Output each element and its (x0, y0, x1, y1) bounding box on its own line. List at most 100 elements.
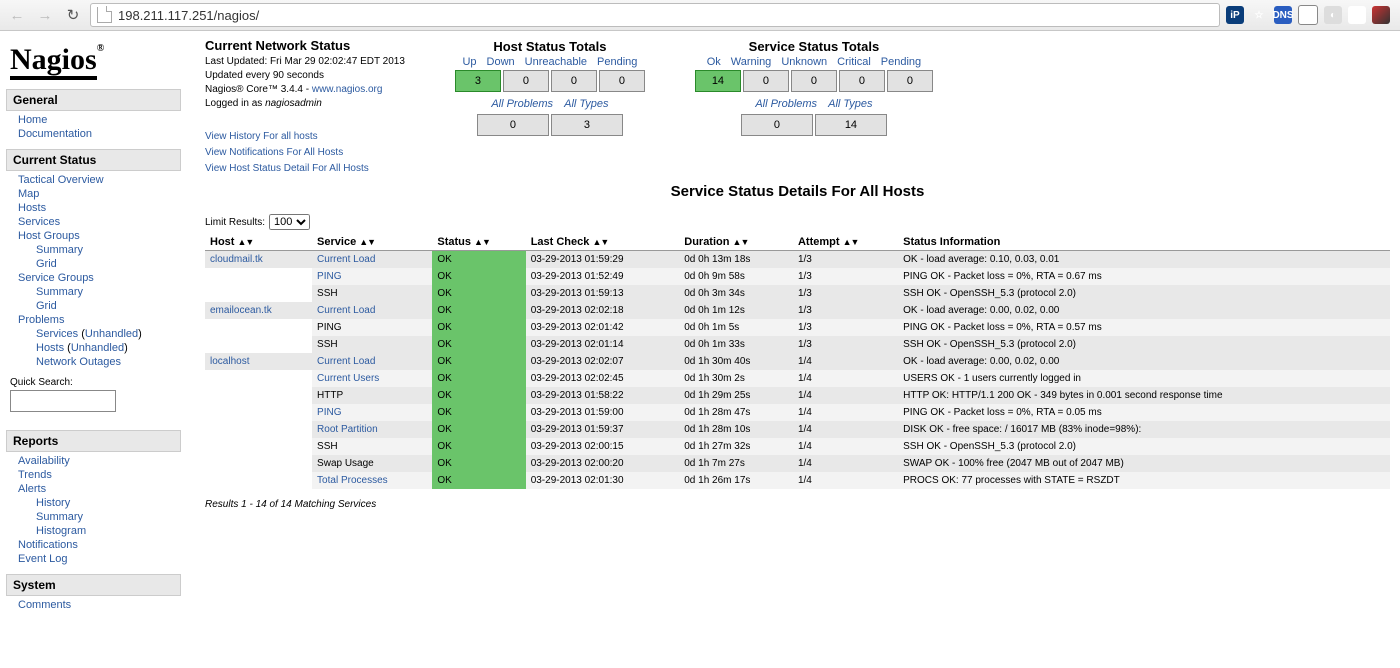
all-problems-link[interactable]: All Problems (491, 98, 553, 110)
nav-unhandled[interactable]: Unhandled (85, 328, 138, 340)
sort-icon[interactable]: ▲▼ (843, 237, 859, 247)
total-count-pending[interactable]: 0 (887, 70, 933, 92)
address-bar[interactable]: 198.211.117.251/nagios/ (90, 3, 1220, 27)
sort-icon[interactable]: ▲▼ (359, 237, 375, 247)
nav-summary[interactable]: Summary (36, 511, 83, 523)
nav-documentation[interactable]: Documentation (18, 128, 92, 140)
nav-trends[interactable]: Trends (18, 469, 52, 481)
nav-history[interactable]: History (36, 497, 70, 509)
service-link[interactable]: PING (317, 271, 341, 282)
nav-map[interactable]: Map (18, 188, 39, 200)
service-row: cloudmail.tkCurrent LoadOK03-29-2013 01:… (205, 251, 1390, 269)
total-label-pending[interactable]: Pending (593, 56, 641, 68)
svc-all-types-count[interactable]: 14 (815, 114, 887, 136)
status-cell: OK (432, 319, 525, 336)
info-cell: PING OK - Packet loss = 0%, RTA = 0.05 m… (898, 404, 1390, 421)
nav-service-groups[interactable]: Service Groups (18, 272, 94, 284)
nav-problems[interactable]: Problems (18, 314, 64, 326)
nav-grid[interactable]: Grid (36, 258, 57, 270)
last-check-cell: 03-29-2013 02:01:30 (526, 472, 680, 489)
info-cell: PING OK - Packet loss = 0%, RTA = 0.67 m… (898, 268, 1390, 285)
total-count-ok[interactable]: 14 (695, 70, 741, 92)
total-label-ok[interactable]: Ok (703, 56, 725, 68)
ip-extension-icon[interactable]: iP (1226, 6, 1244, 24)
nav-hosts[interactable]: Hosts (18, 202, 46, 214)
host-link[interactable]: cloudmail.tk (210, 254, 263, 265)
service-link[interactable]: Current Users (317, 373, 379, 384)
sort-icon[interactable]: ▲▼ (592, 237, 608, 247)
total-count-pending[interactable]: 0 (599, 70, 645, 92)
total-label-up[interactable]: Up (458, 56, 480, 68)
url-text: 198.211.117.251/nagios/ (118, 8, 259, 23)
mail-extension-icon[interactable]: M (1298, 5, 1318, 25)
nav-unhandled[interactable]: Unhandled (71, 342, 124, 354)
nav-alerts[interactable]: Alerts (18, 483, 46, 495)
service-link[interactable]: PING (317, 407, 341, 418)
nav-notifications[interactable]: Notifications (18, 539, 78, 551)
total-count-down[interactable]: 0 (503, 70, 549, 92)
square-extension-icon[interactable] (1372, 6, 1390, 24)
total-count-critical[interactable]: 0 (839, 70, 885, 92)
nav-comments[interactable]: Comments (18, 599, 71, 611)
host-link[interactable]: localhost (210, 356, 249, 367)
nav-summary[interactable]: Summary (36, 286, 83, 298)
service-row: Root PartitionOK03-29-2013 01:59:370d 1h… (205, 421, 1390, 438)
nav-event-log[interactable]: Event Log (18, 553, 68, 565)
total-count-unknown[interactable]: 0 (791, 70, 837, 92)
total-label-unknown[interactable]: Unknown (777, 56, 831, 68)
nav-summary[interactable]: Summary (36, 244, 83, 256)
total-label-unreachable[interactable]: Unreachable (521, 56, 591, 68)
service-link[interactable]: Current Load (317, 254, 375, 265)
sort-icon[interactable]: ▲▼ (733, 237, 749, 247)
total-count-warning[interactable]: 0 (743, 70, 789, 92)
service-link[interactable]: Current Load (317, 305, 375, 316)
nav-availability[interactable]: Availability (18, 455, 70, 467)
total-label-down[interactable]: Down (483, 56, 519, 68)
forward-button[interactable]: → (34, 4, 56, 26)
attempt-cell: 1/4 (793, 421, 898, 438)
nav-services[interactable]: Services (36, 328, 78, 340)
info-cell: SSH OK - OpenSSH_5.3 (protocol 2.0) (898, 285, 1390, 302)
h-extension-icon[interactable]: H (1348, 6, 1366, 24)
all-types-link[interactable]: All Types (564, 98, 608, 110)
info-cell: OK - load average: 0.00, 0.02, 0.00 (898, 353, 1390, 370)
nav-histogram[interactable]: Histogram (36, 525, 86, 537)
nav-hosts[interactable]: Hosts (36, 342, 64, 354)
nav-grid[interactable]: Grid (36, 300, 57, 312)
nav-home[interactable]: Home (18, 114, 47, 126)
attempt-cell: 1/3 (793, 285, 898, 302)
svc-all-problems-link[interactable]: All Problems (755, 98, 817, 110)
nagios-org-link[interactable]: www.nagios.org (312, 84, 383, 95)
total-label-critical[interactable]: Critical (833, 56, 875, 68)
service-link[interactable]: Total Processes (317, 475, 388, 486)
svc-all-types-link[interactable]: All Types (828, 98, 872, 110)
bookmark-star-icon[interactable]: ☆ (1250, 6, 1268, 24)
service-link[interactable]: Current Load (317, 356, 375, 367)
host-all-types-count[interactable]: 3 (551, 114, 623, 136)
sort-icon[interactable]: ▲▼ (238, 237, 254, 247)
nav-services[interactable]: Services (18, 216, 60, 228)
service-link[interactable]: Root Partition (317, 424, 378, 435)
limit-select[interactable]: 100 (269, 214, 310, 230)
quick-search-input[interactable] (10, 390, 116, 412)
nav-header-current-status: Current Status (6, 149, 181, 171)
status-link[interactable]: View History For all hosts (205, 131, 318, 142)
total-count-up[interactable]: 3 (455, 70, 501, 92)
total-label-pending[interactable]: Pending (877, 56, 925, 68)
host-link[interactable]: emailocean.tk (210, 305, 272, 316)
back-button[interactable]: ← (6, 4, 28, 26)
total-count-unreachable[interactable]: 0 (551, 70, 597, 92)
status-link[interactable]: View Notifications For All Hosts (205, 147, 343, 158)
host-all-problems-count[interactable]: 0 (477, 114, 549, 136)
sort-icon[interactable]: ▲▼ (474, 237, 490, 247)
dns-extension-icon[interactable]: DNS (1274, 6, 1292, 24)
status-link[interactable]: View Host Status Detail For All Hosts (205, 163, 369, 174)
grey-extension-icon[interactable]: ◐ (1324, 6, 1342, 24)
total-label-warning[interactable]: Warning (727, 56, 776, 68)
reload-button[interactable]: ↻ (62, 4, 84, 26)
svc-all-problems-count[interactable]: 0 (741, 114, 813, 136)
nav-network-outages[interactable]: Network Outages (36, 356, 121, 368)
nav-host-groups[interactable]: Host Groups (18, 230, 80, 242)
last-check-cell: 03-29-2013 02:01:14 (526, 336, 680, 353)
nav-tactical-overview[interactable]: Tactical Overview (18, 174, 104, 186)
